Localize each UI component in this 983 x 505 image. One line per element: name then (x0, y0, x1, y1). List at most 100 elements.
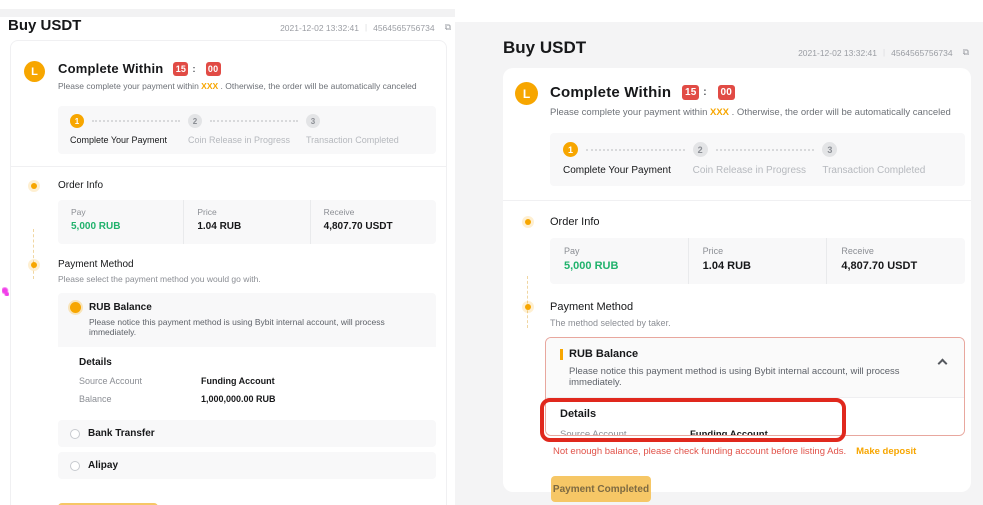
pay-value: 5,000 RUB (564, 260, 688, 272)
payment-method-label: Payment Method (550, 301, 971, 313)
pay-column: Pay 5,000 RUB (58, 200, 183, 244)
order-card: L Complete Within 15 : 00 Please complet… (503, 68, 971, 492)
price-column: Price 1.04 RUB (688, 238, 827, 284)
order-info-section: Order Info Pay 5,000 RUB Price 1.04 RUB … (503, 216, 971, 284)
page-top-strip (0, 9, 455, 17)
method-rub-header[interactable]: RUB Balance Please notice this payment m… (546, 338, 964, 398)
stray-pink-artifact (2, 287, 9, 296)
complete-within-title: Complete Within 15 : 00 (58, 61, 436, 76)
screenshot-canvas: Buy USDT 2021-12-02 13:32:41 | 456456575… (0, 0, 983, 505)
error-message: Not enough balance, please check funding… (553, 446, 846, 457)
counterparty-avatar: L (515, 82, 538, 105)
page-title: Buy USDT (8, 17, 81, 34)
radio-unselected-icon[interactable] (70, 429, 80, 439)
panel-right: Buy USDT 2021-12-02 13:32:41 | 456456575… (455, 0, 983, 505)
timer-minutes-badge: 15 (173, 62, 188, 76)
countdown-note: Please complete your payment within XXX … (58, 81, 436, 91)
step-3: 3 Transaction Completed (306, 114, 424, 145)
step-3: 3 Transaction Completed (822, 142, 952, 176)
payment-completed-button[interactable]: Payment Completed (551, 476, 651, 502)
step-3-dot: 3 (306, 114, 320, 128)
panel-left: Buy USDT 2021-12-02 13:32:41 | 456456575… (0, 0, 455, 505)
method-alipay[interactable]: Alipay (58, 452, 436, 479)
step-connector (716, 149, 815, 151)
divider (503, 200, 971, 201)
order-meta: 2021-12-02 13:32:41 | 4564565756734 ⧉ (280, 22, 451, 33)
source-account-row: Source Account Funding Account (560, 429, 950, 436)
section-bullet (525, 219, 531, 225)
payment-method-sub: The method selected by taker. (550, 318, 971, 328)
balance-error-row: Not enough balance, please check funding… (553, 446, 965, 457)
order-info-section: Order Info Pay 5,000 RUB Price 1.04 RUB … (11, 180, 446, 244)
divider (11, 166, 446, 167)
section-bullet (31, 262, 37, 268)
radio-unselected-icon[interactable] (70, 461, 80, 471)
payment-method-label: Payment Method (58, 259, 446, 270)
step-connector (92, 120, 180, 122)
countdown-placeholder: XXX (710, 107, 729, 118)
receive-column: Receive 4,807.70 USDT (310, 200, 436, 244)
pay-column: Pay 5,000 RUB (550, 238, 688, 284)
order-info-label: Order Info (58, 180, 446, 191)
step-1-dot: 1 (563, 142, 578, 157)
receive-value: 4,807.70 USDT (841, 260, 965, 272)
receive-value: 4,807.70 USDT (324, 221, 436, 232)
balance-row: Balance 1,000,000.00 RUB (79, 394, 424, 404)
step-2: 2 Coin Release in Progress (188, 114, 306, 145)
step-2-dot: 2 (693, 142, 708, 157)
complete-within-header: L Complete Within 15 : 00 Please complet… (503, 68, 971, 118)
step-2-dot: 2 (188, 114, 202, 128)
order-timestamp: 2021-12-02 13:32:41 (280, 23, 359, 33)
progress-stepper: 1 Complete Your Payment 2 Coin Release i… (550, 133, 965, 186)
progress-stepper: 1 Complete Your Payment 2 Coin Release i… (58, 106, 436, 154)
order-id: 4564565756734 (373, 23, 434, 33)
payment-method-section: Payment Method Please select the payment… (11, 259, 446, 479)
step-connector (586, 149, 685, 151)
method-rub-balance: RUB Balance Please notice this payment m… (545, 337, 965, 436)
order-id: 4564565756734 (891, 48, 952, 58)
payment-method-list: RUB Balance Please notice this payment m… (58, 293, 436, 479)
step-1: 1 Complete Your Payment (70, 114, 188, 145)
timer-seconds-badge: 00 (718, 85, 735, 100)
order-info-box: Pay 5,000 RUB Price 1.04 RUB Receive 4,8… (550, 238, 965, 284)
method-rub-balance: RUB Balance Please notice this payment m… (58, 293, 436, 415)
step-3-dot: 3 (822, 142, 837, 157)
price-value: 1.04 RUB (703, 260, 827, 272)
timer-seconds-badge: 00 (206, 62, 221, 76)
source-account-row: Source Account Funding Account (79, 376, 424, 386)
method-bank-transfer[interactable]: Bank Transfer (58, 420, 436, 447)
method-rub-notice: Please notice this payment method is usi… (569, 366, 950, 388)
section-bullet (31, 183, 37, 189)
order-timestamp: 2021-12-02 13:32:41 (798, 48, 877, 58)
payment-method-sub: Please select the payment method you wou… (58, 274, 446, 284)
order-meta: 2021-12-02 13:32:41 | 4564565756734 ⧉ (798, 47, 969, 58)
radio-selected-icon[interactable] (70, 302, 81, 313)
copy-icon[interactable]: ⧉ (963, 47, 969, 58)
method-details: Details Source Account Funding Account B… (546, 398, 964, 436)
pay-value: 5,000 RUB (71, 221, 183, 232)
section-bullet (525, 304, 531, 310)
complete-within-title: Complete Within 15 : 00 (550, 84, 965, 101)
method-rub-header[interactable]: RUB Balance Please notice this payment m… (58, 293, 436, 345)
receive-column: Receive 4,807.70 USDT (826, 238, 965, 284)
price-value: 1.04 RUB (197, 221, 309, 232)
timer-minutes-badge: 15 (682, 85, 699, 100)
payment-method-section: Payment Method The method selected by ta… (503, 301, 971, 328)
copy-icon[interactable]: ⧉ (445, 22, 451, 33)
order-card: L Complete Within 15 : 00 Please complet… (10, 40, 447, 505)
accent-bar-icon (560, 349, 563, 360)
complete-within-header: L Complete Within 15 : 00 Please complet… (11, 41, 446, 91)
order-info-box: Pay 5,000 RUB Price 1.04 RUB Receive 4,8… (58, 200, 436, 244)
countdown-note: Please complete your payment within XXX … (550, 107, 965, 118)
step-2: 2 Coin Release in Progress (693, 142, 823, 176)
counterparty-avatar: L (24, 61, 45, 82)
step-1-dot: 1 (70, 114, 84, 128)
step-connector (210, 120, 298, 122)
make-deposit-link[interactable]: Make deposit (856, 446, 916, 457)
price-column: Price 1.04 RUB (183, 200, 309, 244)
order-info-label: Order Info (550, 216, 971, 228)
method-details: Details Source Account Funding Account B… (58, 347, 436, 415)
countdown-placeholder: XXX (201, 81, 218, 91)
method-rub-notice: Please notice this payment method is usi… (89, 317, 424, 337)
page-title: Buy USDT (503, 38, 586, 58)
